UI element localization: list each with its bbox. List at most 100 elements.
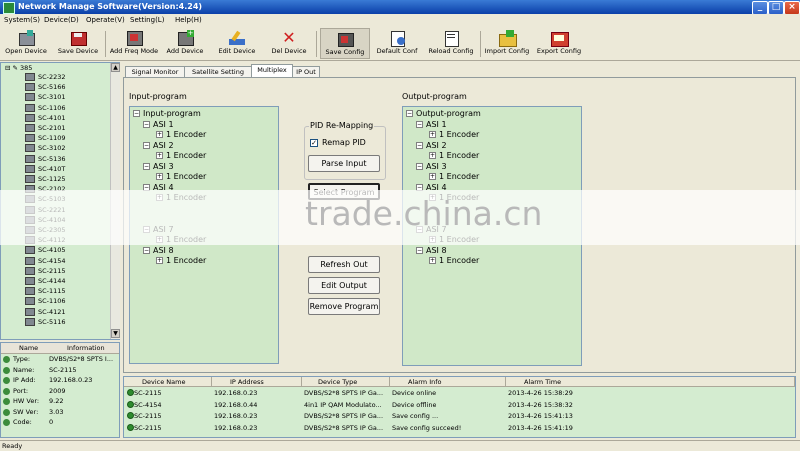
import-config-button[interactable]: Import Config (482, 28, 532, 59)
tree-asi-node[interactable]: − ASI 2 (143, 141, 174, 151)
tree-asi-node[interactable]: − ASI 2 (416, 141, 447, 151)
tree-device-item[interactable]: SC-3101 (25, 93, 66, 102)
tree-device-item[interactable]: SC-2232 (25, 73, 66, 82)
delete-device-button[interactable]: ✕ Del Device (266, 28, 312, 59)
tab-multiplex[interactable]: Multiplex (251, 64, 293, 78)
title-bar: Network Manage Software(Version:4.24) _ … (0, 0, 800, 15)
tree-asi-node[interactable]: − ASI 8 (143, 246, 174, 256)
parse-input-button[interactable]: Parse Input (308, 155, 380, 172)
tree-device-item[interactable]: SC-4101 (25, 113, 66, 123)
close-button[interactable]: × (784, 1, 800, 15)
alarm-row[interactable]: SC-2115 192.168.0.23 DVBS/S2*8 SPTS IP Ga.… (124, 411, 795, 421)
device-icon (25, 164, 35, 173)
minimize-button[interactable]: _ (752, 1, 768, 15)
collapse-icon: − (416, 246, 423, 254)
tree-root-node[interactable]: − Output-program (406, 109, 481, 119)
scroll-up-button[interactable]: ▲ (111, 63, 120, 72)
tree-device-item[interactable]: SC-1125 (25, 175, 66, 184)
device-icon (25, 317, 35, 326)
status-ok-icon (127, 423, 134, 431)
export-config-button[interactable]: Export Config (534, 28, 584, 59)
tree-asi-node[interactable]: − ASI 1 (143, 120, 174, 130)
menu-operate[interactable]: Operate(V) (86, 16, 125, 24)
tree-encoder-node[interactable]: +1 Encoder (156, 130, 206, 140)
tree-device-item[interactable]: SC-5136 (25, 154, 66, 164)
device-icon (25, 307, 35, 316)
col-device-type[interactable]: Device Type (302, 377, 390, 387)
tree-asi-node[interactable]: − ASI 1 (416, 120, 447, 130)
tree-encoder-node[interactable]: +1 Encoder (429, 172, 479, 182)
alarm-row[interactable]: SC-2115 192.168.0.23 DVBS/S2*8 SPTS IP Ga.… (124, 388, 795, 398)
device-icon (25, 113, 35, 122)
add-freq-mode-button[interactable]: Add Freq Mode (108, 28, 160, 59)
tree-device-item[interactable]: SC-410T (25, 164, 65, 174)
tree-device-item[interactable]: SC-1109 (25, 134, 66, 143)
expand-icon: + (156, 173, 163, 180)
tree-device-item[interactable]: SC-4144 (25, 277, 66, 286)
menu-system[interactable]: System(S) (4, 16, 40, 24)
tree-encoder-node[interactable]: +1 Encoder (156, 256, 206, 266)
tree-asi-node[interactable]: − ASI 8 (416, 246, 447, 256)
info-row-icon (3, 398, 10, 405)
remap-pid-checkbox[interactable]: ✓ Remap PID (310, 138, 366, 148)
maximize-button[interactable]: □ (768, 1, 784, 15)
tree-device-item[interactable]: SC-1106 (25, 297, 66, 306)
tree-device-item[interactable]: SC-5166 (25, 83, 66, 92)
refresh-out-button[interactable]: Refresh Out (308, 256, 380, 273)
save-config-button[interactable]: Save Config (320, 28, 370, 59)
reload-config-button[interactable]: Reload Config (424, 28, 478, 59)
tree-device-item[interactable]: SC-4105 (25, 246, 66, 255)
tree-root-node[interactable]: − Input-program (133, 109, 201, 119)
tree-encoder-node[interactable]: +1 Encoder (156, 172, 206, 182)
col-ip-address[interactable]: IP Address (212, 377, 302, 387)
default-config-button[interactable]: Default Conf (372, 28, 422, 59)
tree-device-item[interactable]: SC-2115 (25, 266, 66, 276)
device-icon (25, 124, 35, 132)
alarm-list[interactable]: Device Name IP Address Device Type Alarm… (123, 376, 796, 438)
tree-encoder-node[interactable]: +1 Encoder (429, 151, 479, 161)
tree-root[interactable]: ⊟ ✎ 385 (5, 64, 32, 72)
expand-icon: + (429, 173, 436, 180)
save-device-button[interactable]: Save Device (54, 28, 102, 59)
alarm-row[interactable]: SC-2115 192.168.0.23 DVBS/S2*8 SPTS IP Ga.… (124, 423, 795, 433)
expand-icon: + (429, 152, 436, 159)
menu-device[interactable]: Device(D) (44, 16, 79, 24)
edit-device-button[interactable]: Edit Device (212, 28, 262, 59)
menu-help[interactable]: Help(H) (175, 16, 202, 24)
info-header-information[interactable]: Information (67, 344, 105, 352)
tree-encoder-node[interactable]: +1 Encoder (429, 256, 479, 266)
tree-device-item[interactable]: SC-4121 (25, 307, 66, 317)
device-icon (25, 103, 35, 112)
col-device-name[interactable]: Device Name (124, 377, 212, 387)
save-device-icon (69, 30, 87, 46)
edit-output-button[interactable]: Edit Output (308, 277, 380, 294)
expand-icon: + (429, 257, 436, 264)
info-row-icon (3, 387, 10, 395)
info-row: Name: SC-2115 (3, 366, 118, 375)
tree-encoder-node[interactable]: +1 Encoder (156, 151, 206, 161)
collapse-icon: − (416, 120, 423, 128)
add-device-button[interactable]: + Add Device (162, 28, 208, 59)
collapse-icon: − (143, 141, 150, 149)
status-ok-icon (127, 389, 134, 396)
tree-encoder-node[interactable]: +1 Encoder (429, 130, 479, 140)
scroll-down-button[interactable]: ▼ (111, 329, 120, 338)
col-alarm-info[interactable]: Alarm Info (390, 377, 506, 387)
col-alarm-time[interactable]: Alarm Time (506, 377, 795, 387)
menu-setting[interactable]: Setting(L) (130, 16, 164, 24)
info-header-name[interactable]: Name (19, 344, 38, 352)
status-ok-icon (127, 400, 134, 408)
tree-device-item[interactable]: SC-4154 (25, 256, 66, 266)
tree-device-item[interactable]: SC-3102 (25, 144, 66, 153)
tree-device-item[interactable]: SC-5116 (25, 317, 66, 327)
alarm-row[interactable]: SC-4154 192.168.0.44 4in1 IP QAM Modulato.… (124, 400, 795, 410)
tree-asi-node[interactable]: − ASI 3 (143, 162, 174, 172)
tree-device-item[interactable]: SC-1106 (25, 103, 66, 113)
tree-device-item[interactable]: SC-1115 (25, 287, 66, 296)
add-device-icon: + (176, 30, 194, 46)
tree-device-item[interactable]: SC-2101 (25, 124, 66, 133)
tree-asi-node[interactable]: − ASI 3 (416, 162, 447, 172)
import-config-icon (498, 30, 517, 47)
open-device-button[interactable]: Open Device (2, 28, 50, 59)
remove-program-button[interactable]: Remove Program (308, 298, 380, 315)
